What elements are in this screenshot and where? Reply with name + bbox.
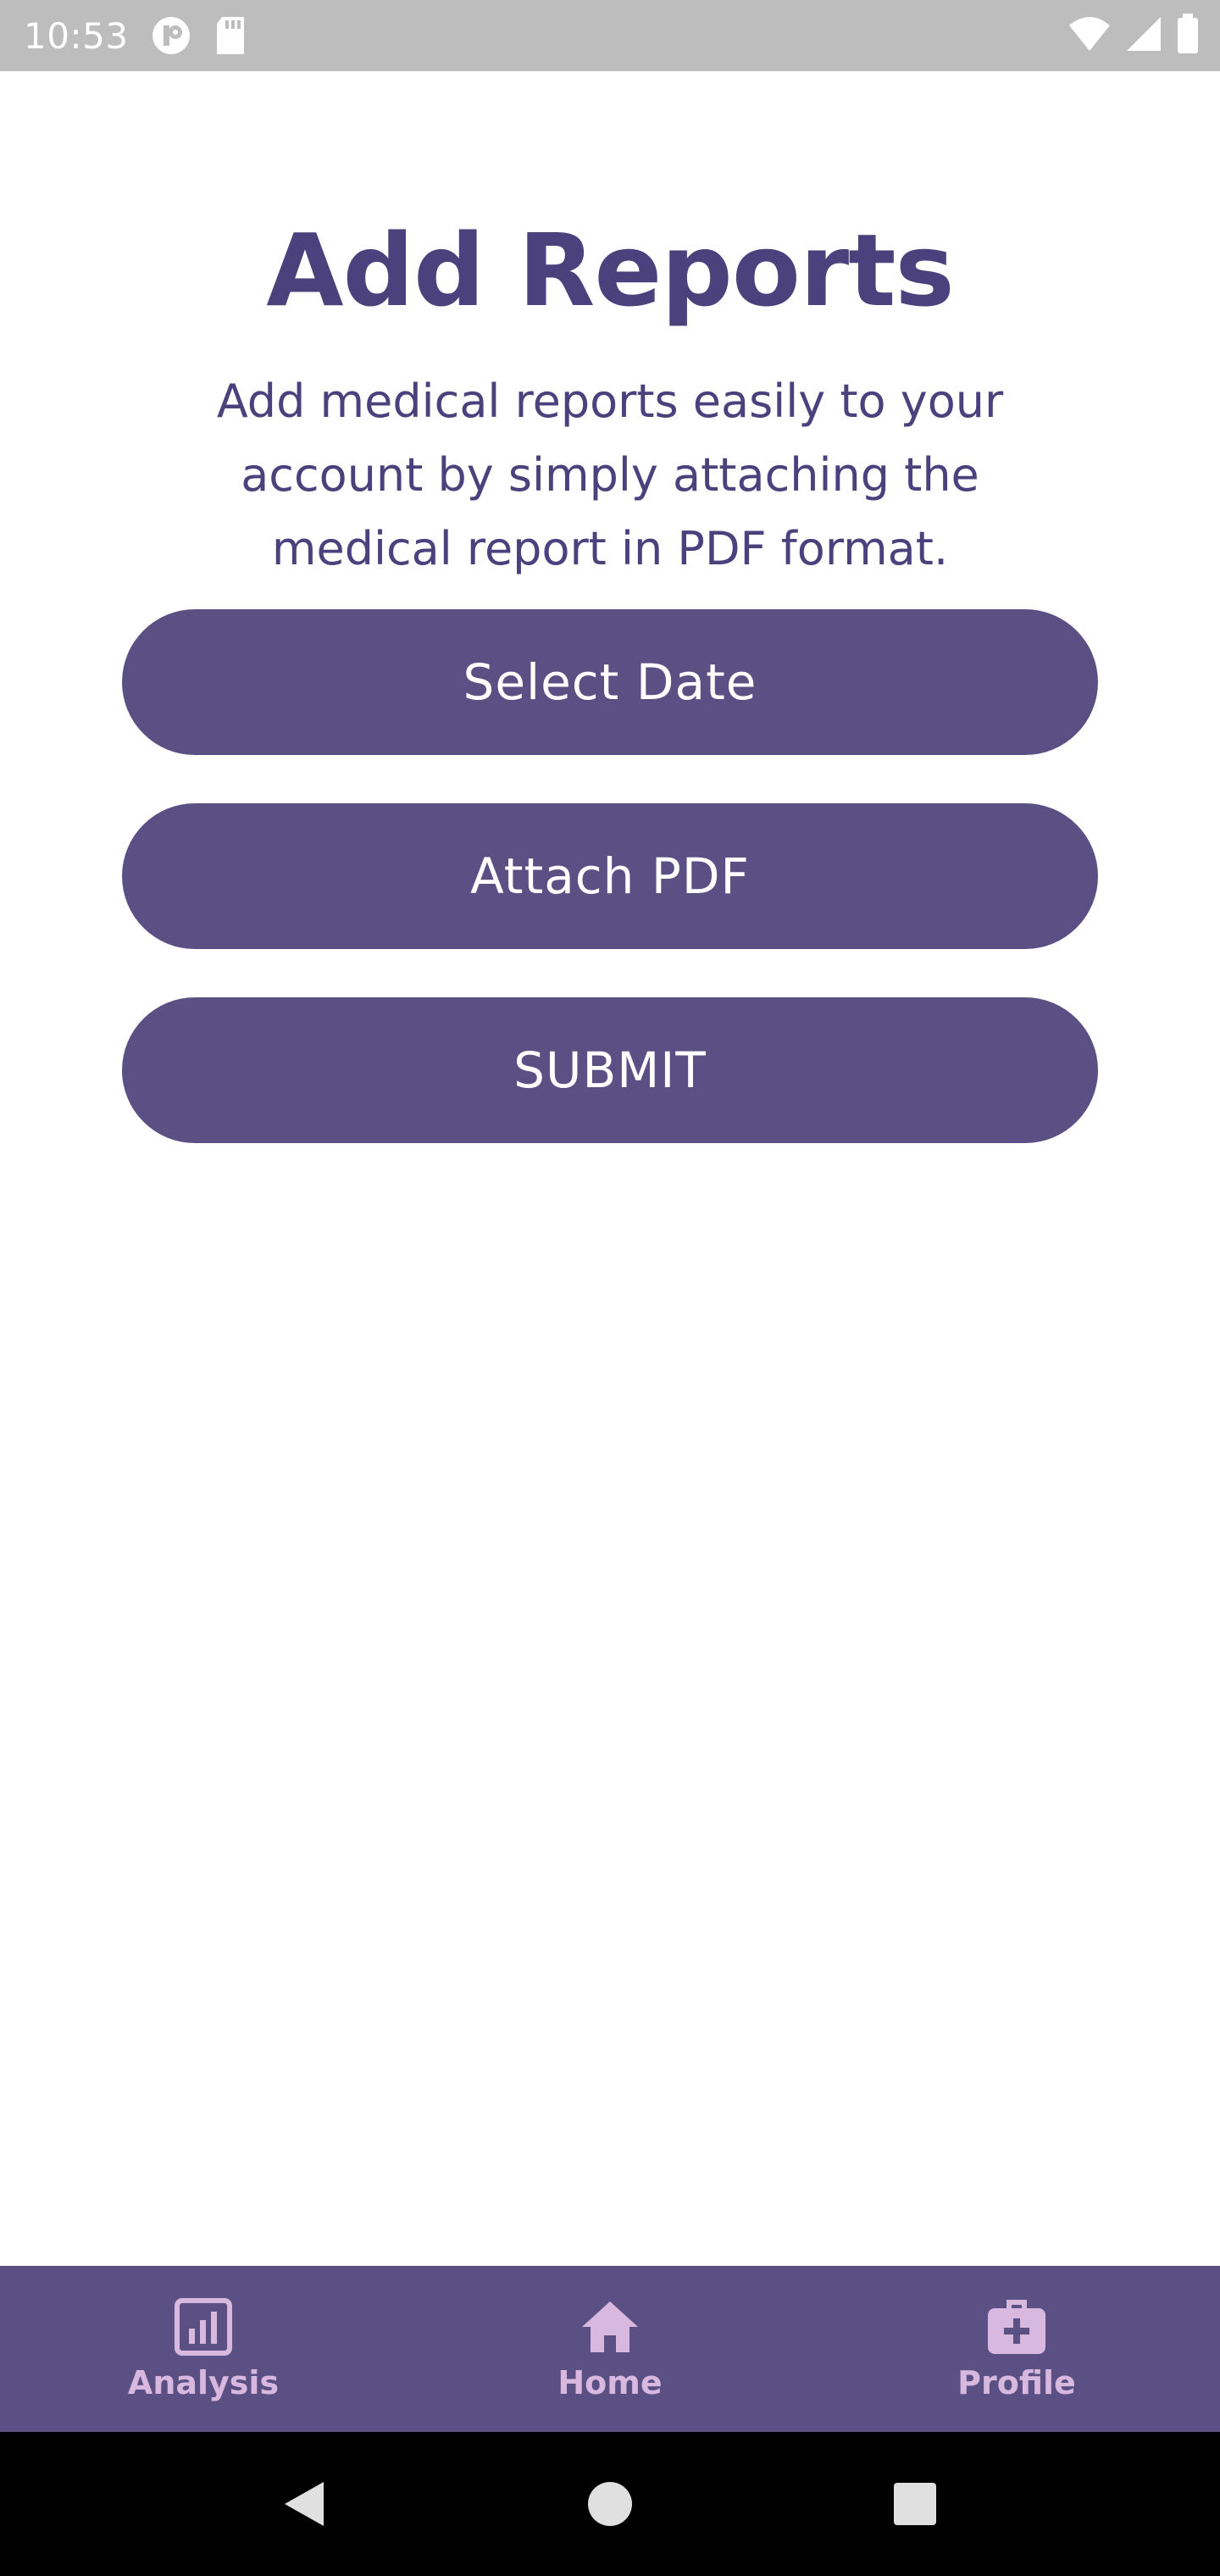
status-bar: 10:53 xyxy=(0,0,1220,71)
page-subtitle: Add medical reports easily to your accou… xyxy=(216,375,1004,575)
status-time: 10:53 xyxy=(24,14,129,57)
select-date-button[interactable]: Select Date xyxy=(122,609,1098,755)
back-icon[interactable] xyxy=(254,2453,356,2555)
page-title: Add Reports xyxy=(266,212,955,329)
nav-item-analysis[interactable]: Analysis xyxy=(0,2266,407,2432)
nav-label-analysis: Analysis xyxy=(127,2364,280,2401)
status-right-icons xyxy=(1068,0,1200,71)
nav-label-home: Home xyxy=(557,2364,663,2401)
bar-chart-icon xyxy=(175,2296,232,2357)
nav-item-home[interactable]: Home xyxy=(407,2266,813,2432)
attach-pdf-button[interactable]: Attach PDF xyxy=(122,803,1098,949)
home-circle-icon[interactable] xyxy=(559,2453,661,2555)
cell-signal-icon xyxy=(1125,15,1162,56)
nav-item-profile[interactable]: Profile xyxy=(813,2266,1220,2432)
bottom-nav: Analysis Home Profile xyxy=(0,2266,1220,2432)
sd-card-icon xyxy=(214,15,247,56)
system-nav-bar xyxy=(0,2432,1220,2576)
notification-app-icon xyxy=(151,15,191,56)
wifi-icon xyxy=(1068,15,1112,56)
main-content: Add Reports Add medical reports easily t… xyxy=(0,71,1220,2266)
recents-icon[interactable] xyxy=(864,2453,966,2555)
home-icon xyxy=(580,2296,640,2357)
nav-label-profile: Profile xyxy=(957,2364,1076,2401)
battery-icon xyxy=(1176,14,1200,58)
submit-button[interactable]: SUBMIT xyxy=(122,997,1098,1143)
medical-kit-icon xyxy=(986,2296,1047,2357)
add-reports-screen: 10:53 Add Reports Add medical reports ea… xyxy=(0,0,1220,2576)
